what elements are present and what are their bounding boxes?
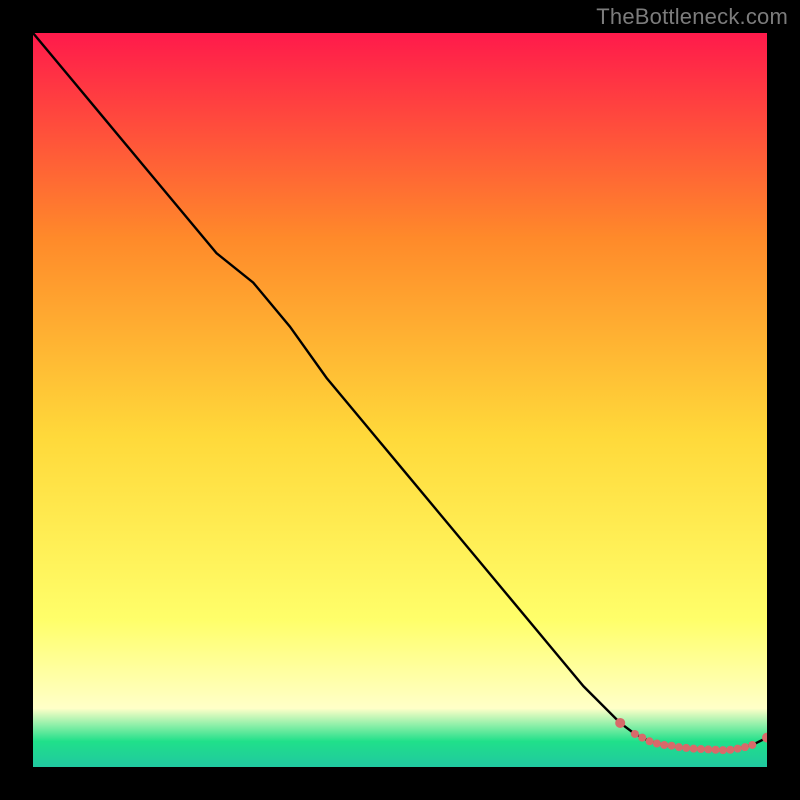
highlight-dot (741, 743, 749, 751)
highlight-dot (631, 730, 639, 738)
highlight-dot (697, 745, 705, 753)
highlight-dot (675, 743, 683, 751)
highlight-dot (734, 745, 742, 753)
plot-area (33, 33, 767, 767)
highlight-dot (653, 740, 661, 748)
watermark-text: TheBottleneck.com (596, 4, 788, 30)
highlight-dot (646, 737, 654, 745)
chart-svg (33, 33, 767, 767)
highlight-dot (660, 741, 668, 749)
highlight-dot (682, 744, 690, 752)
highlight-dot (638, 734, 646, 742)
highlight-dot (690, 745, 698, 753)
highlight-dot (615, 718, 625, 728)
highlight-dot (719, 746, 727, 754)
highlight-dot (726, 746, 734, 754)
highlight-dot (704, 745, 712, 753)
gradient-background (33, 33, 767, 767)
highlight-dot (668, 742, 676, 750)
highlight-dot (748, 741, 756, 749)
highlight-dot (712, 746, 720, 754)
chart-frame: TheBottleneck.com (0, 0, 800, 800)
